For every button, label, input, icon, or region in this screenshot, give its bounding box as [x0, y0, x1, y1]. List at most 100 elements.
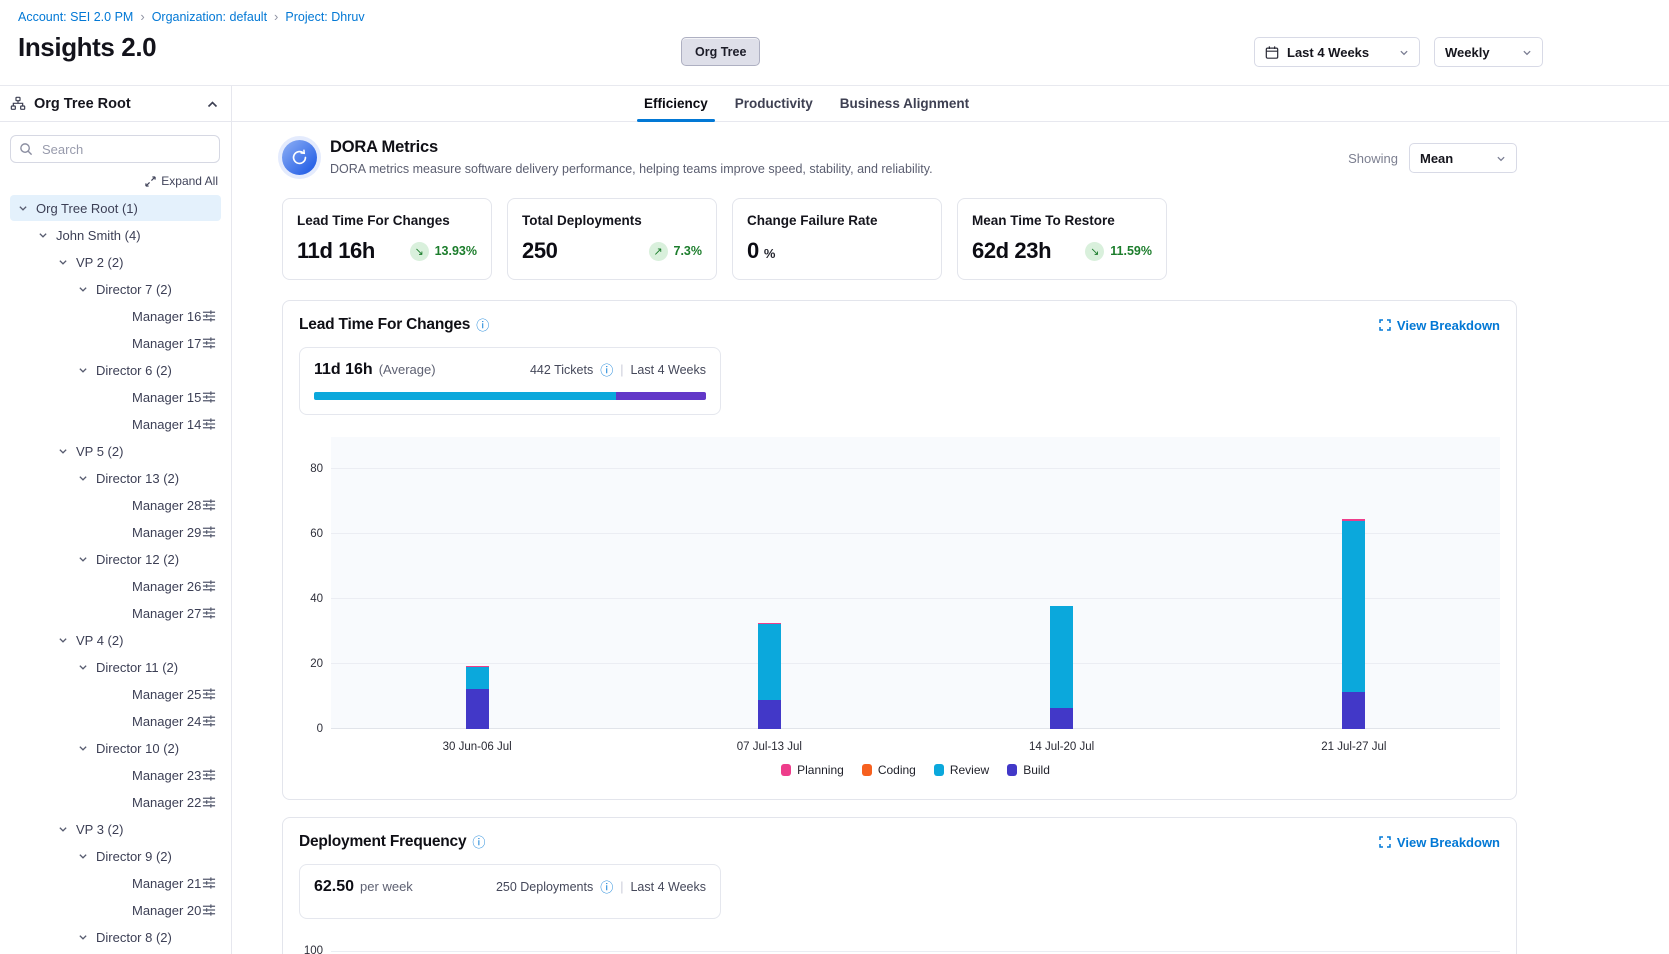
metric-value-row: 250↗7.3%: [522, 238, 702, 264]
tab-business-alignment[interactable]: Business Alignment: [840, 86, 969, 121]
tree-item[interactable]: Manager 15: [10, 384, 221, 410]
info-icon[interactable]: ⓘ: [472, 836, 485, 849]
tree-item-label: Manager 29: [132, 525, 201, 540]
info-icon[interactable]: ⓘ: [600, 881, 613, 894]
legend-item-planning[interactable]: Planning: [781, 763, 844, 777]
tree-item[interactable]: Manager 20: [10, 897, 221, 923]
legend-item-review[interactable]: Review: [934, 763, 989, 777]
divider: |: [620, 363, 623, 377]
sidebar-title: Org Tree Root: [34, 96, 199, 112]
filter-sliders-icon[interactable]: [202, 768, 221, 782]
info-icon[interactable]: ⓘ: [476, 319, 489, 332]
showing-value: Mean: [1420, 151, 1453, 166]
tab-productivity[interactable]: Productivity: [735, 86, 813, 121]
tree-item[interactable]: Manager 25: [10, 681, 221, 707]
summary-meta: 250 Deployments ⓘ | Last 4 Weeks: [496, 880, 706, 894]
tree-item[interactable]: Director 11 (2): [10, 654, 221, 680]
chevron-down-icon: [78, 852, 96, 861]
view-breakdown-link[interactable]: View Breakdown: [1379, 835, 1500, 850]
chart-bar[interactable]: [466, 666, 489, 729]
y-axis-tick: 20: [293, 658, 323, 670]
granularity-select[interactable]: Weekly: [1434, 37, 1543, 67]
filter-sliders-icon[interactable]: [202, 336, 221, 350]
tree-item[interactable]: Director 12 (2): [10, 546, 221, 572]
filter-sliders-icon[interactable]: [202, 309, 221, 323]
filter-sliders-icon[interactable]: [202, 390, 221, 404]
tree-item[interactable]: Org Tree Root (1): [10, 195, 221, 221]
breadcrumb-separator: ›: [274, 9, 278, 24]
tree-item[interactable]: Manager 16: [10, 303, 221, 329]
tree-item[interactable]: Manager 22: [10, 789, 221, 815]
lead-time-plot: 020406080: [331, 437, 1500, 729]
filter-sliders-icon[interactable]: [202, 579, 221, 593]
tree-item[interactable]: Manager 26: [10, 573, 221, 599]
metric-card: Change Failure Rate0%: [732, 198, 942, 280]
metric-label: Total Deployments: [522, 213, 702, 228]
filter-sliders-icon[interactable]: [202, 714, 221, 728]
tree-item[interactable]: VP 4 (2): [10, 627, 221, 653]
tree-item[interactable]: Director 10 (2): [10, 735, 221, 761]
tree-item[interactable]: Manager 21: [10, 870, 221, 896]
tab-efficiency[interactable]: Efficiency: [644, 86, 708, 121]
tree-item[interactable]: Manager 29: [10, 519, 221, 545]
filter-sliders-icon[interactable]: [202, 525, 221, 539]
tree-item[interactable]: VP 3 (2): [10, 816, 221, 842]
org-tree-button[interactable]: Org Tree: [681, 37, 760, 66]
metric-value-row: 62d 23h↘11.59%: [972, 238, 1152, 264]
chart-bar[interactable]: [1050, 606, 1073, 729]
search-input[interactable]: [10, 135, 220, 163]
trend-up-icon: ↗: [649, 242, 668, 261]
breadcrumb-link[interactable]: Account: SEI 2.0 PM: [18, 10, 133, 24]
breadcrumb-link[interactable]: Project: Dhruv: [285, 10, 364, 24]
tree-item[interactable]: Manager 28: [10, 492, 221, 518]
tree-item[interactable]: Director 6 (2): [10, 357, 221, 383]
info-icon[interactable]: ⓘ: [600, 364, 613, 377]
chevron-down-icon: [1522, 48, 1532, 57]
tree-item[interactable]: Manager 27: [10, 600, 221, 626]
tree-item[interactable]: Director 7 (2): [10, 276, 221, 302]
filter-sliders-icon[interactable]: [202, 903, 221, 917]
view-breakdown-link[interactable]: View Breakdown: [1379, 318, 1500, 333]
summary-meta: 442 Tickets ⓘ | Last 4 Weeks: [530, 363, 706, 377]
filter-sliders-icon[interactable]: [202, 687, 221, 701]
tree-item[interactable]: Manager 14: [10, 411, 221, 437]
filter-sliders-icon[interactable]: [202, 417, 221, 431]
breadcrumb-link[interactable]: Organization: default: [152, 10, 267, 24]
showing-label: Showing: [1348, 151, 1398, 166]
expand-all-link[interactable]: Expand All: [145, 174, 218, 188]
chevron-down-icon: [38, 231, 56, 240]
legend-item-coding[interactable]: Coding: [862, 763, 916, 777]
metric-card: Lead Time For Changes11d 16h↘13.93%: [282, 198, 492, 280]
tree-item-label: Manager 14: [132, 417, 201, 432]
tree-item[interactable]: Manager 24: [10, 708, 221, 734]
summary-value: 62.50: [314, 878, 354, 896]
tree-item[interactable]: Director 9 (2): [10, 843, 221, 869]
filter-sliders-icon[interactable]: [202, 606, 221, 620]
date-range-select[interactable]: Last 4 Weeks: [1254, 37, 1420, 67]
tree-item-label: Director 12 (2): [96, 552, 179, 567]
legend-label: Coding: [878, 763, 916, 777]
phase-progress-bar: [314, 392, 706, 400]
metric-value: 250: [522, 238, 558, 264]
top-bar: Account: SEI 2.0 PM › Organization: defaul…: [0, 0, 1669, 86]
chart-bar[interactable]: [1342, 519, 1365, 729]
showing-select[interactable]: Mean: [1409, 143, 1517, 173]
filter-sliders-icon[interactable]: [202, 498, 221, 512]
lead-time-card: Lead Time For Changes ⓘ View Breakdown: [282, 300, 1517, 800]
tree-item[interactable]: Manager 17: [10, 330, 221, 356]
legend-item-build[interactable]: Build: [1007, 763, 1050, 777]
view-breakdown-label: View Breakdown: [1397, 835, 1500, 850]
tree-item[interactable]: VP 5 (2): [10, 438, 221, 464]
lead-time-header: Lead Time For Changes ⓘ View Breakdown: [299, 316, 1500, 334]
tree-item[interactable]: Director 8 (2): [10, 924, 221, 950]
tree-item[interactable]: Manager 23: [10, 762, 221, 788]
chart-bar[interactable]: [758, 623, 781, 729]
tree-item[interactable]: John Smith (4): [10, 222, 221, 248]
tree-item[interactable]: VP 2 (2): [10, 249, 221, 275]
x-axis-label: 07 Jul-13 Jul: [737, 741, 802, 753]
filter-sliders-icon[interactable]: [202, 795, 221, 809]
collapse-sidebar-icon[interactable]: [207, 100, 218, 108]
filter-sliders-icon[interactable]: [202, 876, 221, 890]
tree-item[interactable]: Director 13 (2): [10, 465, 221, 491]
tree-item-label: Manager 26: [132, 579, 201, 594]
